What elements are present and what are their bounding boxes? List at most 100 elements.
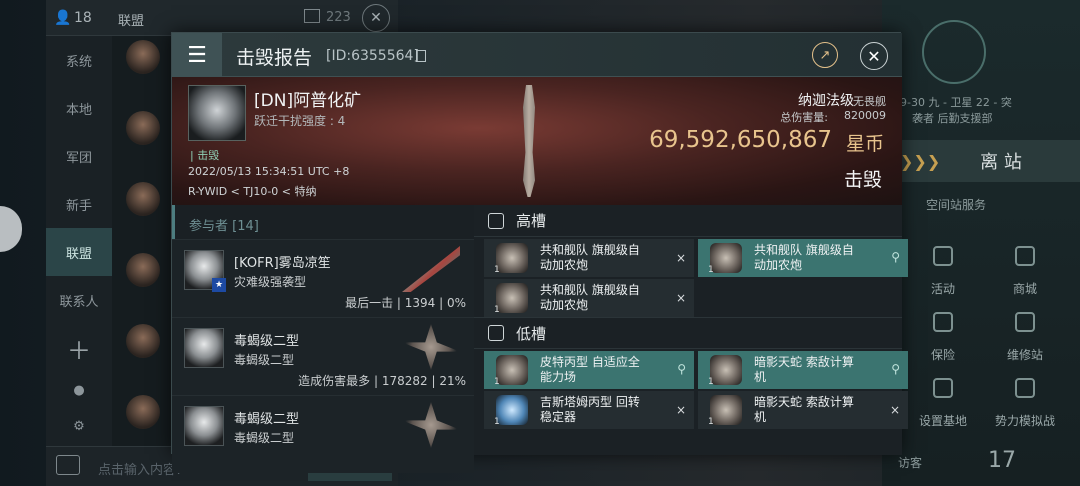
service-faction-sim[interactable]: 势力模拟战 xyxy=(984,368,1066,434)
destroyed-mark: × xyxy=(675,291,686,305)
chat-input[interactable]: 点击输入内容! xyxy=(98,459,181,478)
destroyed-mark: × xyxy=(675,403,686,417)
service-repair[interactable]: 维修站 xyxy=(984,302,1066,368)
station-panel: 9-30 九 - 卫星 22 - 突 袭者 后勤支援部 ❯❯❯ 离 站 空间站服… xyxy=(882,0,1080,486)
participant-ship: 灾难级强袭型 xyxy=(234,275,307,289)
autocannon-icon xyxy=(496,283,528,313)
module-item[interactable]: 1 共和舰队 旗舰级自动加农炮 × xyxy=(484,239,694,277)
service-store[interactable]: 商城 xyxy=(984,236,1066,302)
module-row: 1 吉斯塔姆丙型 回转稳定器 × 1 暗影天蛇 索敌计算机 × xyxy=(474,389,908,429)
victim-name[interactable]: [DN]阿普化矿 xyxy=(254,86,361,111)
nav-corp[interactable]: 军团 xyxy=(46,132,112,180)
high-slot-icon xyxy=(488,212,504,229)
visitors-label: 访客 xyxy=(898,456,923,470)
participants-panel: 参与者 [14] ★ [KOFR]雾岛凉笙 灾难级强袭型 最后一击 | 1394… xyxy=(172,205,474,473)
ship-image[interactable] xyxy=(523,85,535,197)
channel-name: 联盟 xyxy=(118,14,145,29)
avatar[interactable] xyxy=(126,111,160,145)
nav-local[interactable]: 本地 xyxy=(46,84,112,132)
user-icon: 👤 xyxy=(54,10,72,26)
participant-stat: 造成伤害最多 | 178282 | 21% xyxy=(298,374,466,388)
avatar[interactable] xyxy=(126,182,160,216)
module-item[interactable]: 1 共和舰队 旗舰级自动加农炮 × xyxy=(484,279,694,317)
avatar[interactable] xyxy=(126,395,160,429)
service-events[interactable]: 活动 xyxy=(902,236,984,302)
gyrostabilizer-icon xyxy=(496,395,528,425)
module-item[interactable]: 1 共和舰队 旗舰级自动加农炮 ⚲ xyxy=(698,239,908,277)
online-count: 18 xyxy=(74,10,92,26)
module-item[interactable]: 1 吉斯塔姆丙型 回转稳定器 × xyxy=(484,391,694,429)
kill-location[interactable]: R-YWID < TJ10-0 < 特纳 xyxy=(188,183,317,199)
participant-name: 毒蝎级二型 xyxy=(234,334,300,349)
destroyed-mark: × xyxy=(675,251,686,265)
copy-icon[interactable] xyxy=(416,50,426,62)
chat-nav: 系统 本地 军团 新手 联盟 联系人 ＋ ● ⚙ xyxy=(46,36,112,456)
nav-system[interactable]: 系统 xyxy=(46,36,112,84)
warp-disruption: 跃迁干扰强度 : 4 xyxy=(254,114,346,128)
events-icon xyxy=(933,246,953,266)
keyboard-icon[interactable] xyxy=(56,455,80,475)
home-base-icon xyxy=(933,378,953,398)
tracking-computer-icon xyxy=(710,395,742,425)
ship-group: 无畏舰 xyxy=(853,95,886,108)
tracking-computer-icon xyxy=(710,355,742,385)
module-row: 1 皮特丙型 自适应全能力场 ⚲ 1 暗影天蛇 索敌计算机 ⚲ xyxy=(474,349,908,389)
participant-ship: 毒蝎级二型 xyxy=(234,353,295,367)
service-home[interactable]: 设置基地 xyxy=(902,368,984,434)
visitors-count: 17 xyxy=(988,448,1016,473)
avatar-column xyxy=(120,40,166,466)
services-grid: 活动 商城 保险 维修站 设置基地 势力模拟战 xyxy=(902,236,1072,434)
kill-status-tag: | 击毁 xyxy=(190,149,220,162)
victim-portrait[interactable] xyxy=(188,85,246,141)
avatar[interactable] xyxy=(126,40,160,74)
total-damage-value: 820009 xyxy=(844,109,886,122)
isk-value: 69,592,650,867 xyxy=(649,127,832,153)
services-label: 空间站服务 xyxy=(926,198,987,212)
participant-ship-image xyxy=(402,324,460,370)
add-channel-icon[interactable]: ＋ xyxy=(46,324,112,372)
participant-ship-image xyxy=(402,402,460,448)
nav-alliance[interactable]: 联盟 xyxy=(46,228,112,276)
star-icon: ★ xyxy=(212,278,226,292)
gear-icon[interactable]: ⚙ xyxy=(46,408,112,444)
station-info-line2: 袭者 后勤支援部 xyxy=(912,112,993,125)
ship-class: 纳迦法级 xyxy=(798,93,854,109)
kill-result: 击毁 xyxy=(843,169,882,191)
autocannon-icon xyxy=(710,243,742,273)
share-icon[interactable]: ↗ xyxy=(812,42,838,68)
participant-ship: 毒蝎级二型 xyxy=(234,431,295,445)
autocannon-icon xyxy=(496,243,528,273)
module-item[interactable]: 1 暗影天蛇 索敌计算机 × xyxy=(698,391,908,429)
undock-label: 离 站 xyxy=(980,152,1022,173)
kill-id[interactable]: [ID:6355564] xyxy=(326,48,419,64)
participant-portrait xyxy=(184,406,224,446)
dropped-icon: ⚲ xyxy=(891,362,900,376)
close-chat-icon[interactable]: ✕ xyxy=(362,4,390,32)
avatar[interactable] xyxy=(126,253,160,287)
participant-row[interactable]: ★ [KOFR]雾岛凉笙 灾难级强袭型 最后一击 | 1394 | 0% xyxy=(172,239,474,317)
participant-row[interactable]: 毒蝎级二型 毒蝎级二型 xyxy=(172,395,474,473)
fitting-panel: 高槽 1 共和舰队 旗舰级自动加农炮 × 1 共和舰队 旗舰级自动加农炮 ⚲ 1 共… xyxy=(474,205,908,455)
avatar[interactable] xyxy=(126,324,160,358)
wrench-icon xyxy=(1015,312,1035,332)
service-insurance[interactable]: 保险 xyxy=(902,302,984,368)
person-icon[interactable]: ● xyxy=(46,372,112,408)
module-row: 1 共和舰队 旗舰级自动加农炮 × xyxy=(474,277,902,317)
undock-button[interactable]: ❯❯❯ 离 站 xyxy=(882,140,1080,182)
participant-stat: 最后一击 | 1394 | 0% xyxy=(345,296,466,310)
station-emblem-icon xyxy=(922,20,986,84)
chat-header: 👤 18 联盟 223 ✕ xyxy=(46,0,398,36)
kill-time: 2022/05/13 15:34:51 UTC +8 xyxy=(188,165,350,178)
nav-contacts[interactable]: 联系人 xyxy=(46,276,112,324)
low-slot-icon xyxy=(488,325,504,341)
module-item[interactable]: 1 暗影天蛇 索敌计算机 ⚲ xyxy=(698,351,908,389)
module-row: 1 共和舰队 旗舰级自动加农炮 × 1 共和舰队 旗舰级自动加农炮 ⚲ xyxy=(474,237,908,277)
participant-portrait xyxy=(184,328,224,368)
nav-newbie[interactable]: 新手 xyxy=(46,180,112,228)
chevron-right-icon: ❯❯❯ xyxy=(900,151,941,171)
close-icon[interactable]: ✕ xyxy=(860,42,888,70)
menu-icon[interactable]: ☰ xyxy=(172,33,222,77)
participant-row[interactable]: 毒蝎级二型 毒蝎级二型 造成伤害最多 | 178282 | 21% xyxy=(172,317,474,395)
module-item[interactable]: 1 皮特丙型 自适应全能力场 ⚲ xyxy=(484,351,694,389)
dialog-header: ☰ 击毁报告 [ID:6355564] ↗ ✕ xyxy=(172,33,902,77)
